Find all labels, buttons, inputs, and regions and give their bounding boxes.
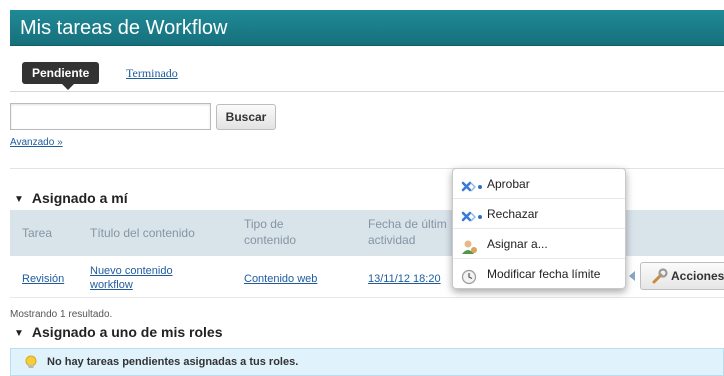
page-title: Mis tareas de Workflow: [20, 17, 228, 39]
task-link[interactable]: Revisión: [22, 272, 64, 286]
tab-terminado[interactable]: Terminado: [126, 66, 178, 81]
menu-item-modify-due-date[interactable]: Modificar fecha límite: [453, 259, 625, 289]
actions-button-label: Acciones: [671, 269, 724, 283]
column-header-date[interactable]: Fecha de últim actividad: [368, 216, 452, 250]
clock-icon: [461, 266, 477, 296]
lightbulb-icon: [23, 355, 39, 376]
menu-item-approve[interactable]: Aprobar: [453, 169, 625, 199]
collapse-triangle-icon: ▼: [14, 328, 24, 339]
caret-left-icon: [629, 271, 635, 281]
date-link[interactable]: 13/11/12 18:20: [368, 272, 441, 286]
section-my-roles-title: Asignado a uno de mis roles: [31, 324, 223, 340]
actions-button[interactable]: Acciones: [629, 262, 724, 290]
content-title-link[interactable]: Nuevo contenido workflow: [90, 264, 182, 292]
menu-item-reject-label: Rechazar: [487, 207, 539, 221]
page-header: Mis tareas de Workflow: [10, 10, 724, 46]
tab-pendiente[interactable]: Pendiente: [22, 62, 100, 90]
menu-item-assign[interactable]: Asignar a...: [453, 229, 625, 259]
menu-item-assign-label: Asignar a...: [487, 237, 548, 251]
menu-item-modify-due-date-label: Modificar fecha límite: [487, 267, 601, 281]
column-header-task[interactable]: Tarea: [22, 225, 52, 241]
actions-menu: Aprobar Rechazar Asignar a... Modificar …: [452, 168, 626, 289]
info-message-text: No hay tareas pendientes asignadas a tus…: [47, 356, 299, 368]
advanced-search-link[interactable]: Avanzado »: [10, 137, 63, 148]
content-type-link[interactable]: Contenido web: [244, 272, 317, 286]
tab-bar: Pendiente Terminado: [10, 58, 724, 92]
info-message: No hay tareas pendientes asignadas a tus…: [10, 348, 724, 376]
section-assigned-me-title: Asignado a mí: [31, 190, 128, 206]
menu-item-reject[interactable]: Rechazar: [453, 199, 625, 229]
wrench-icon: [651, 267, 669, 294]
search-input[interactable]: [10, 103, 211, 130]
section-assigned-me[interactable]: ▼ Asignado a mí: [14, 190, 128, 206]
column-header-content-title[interactable]: Título del contenido: [90, 225, 195, 241]
result-count: Mostrando 1 resultado.: [10, 309, 113, 320]
menu-item-approve-label: Aprobar: [487, 177, 530, 191]
collapse-triangle-icon: ▼: [14, 194, 24, 205]
search-button[interactable]: Buscar: [216, 104, 276, 130]
section-my-roles[interactable]: ▼ Asignado a uno de mis roles: [14, 324, 223, 340]
column-header-content-type[interactable]: Tipo de contenido: [244, 216, 314, 248]
